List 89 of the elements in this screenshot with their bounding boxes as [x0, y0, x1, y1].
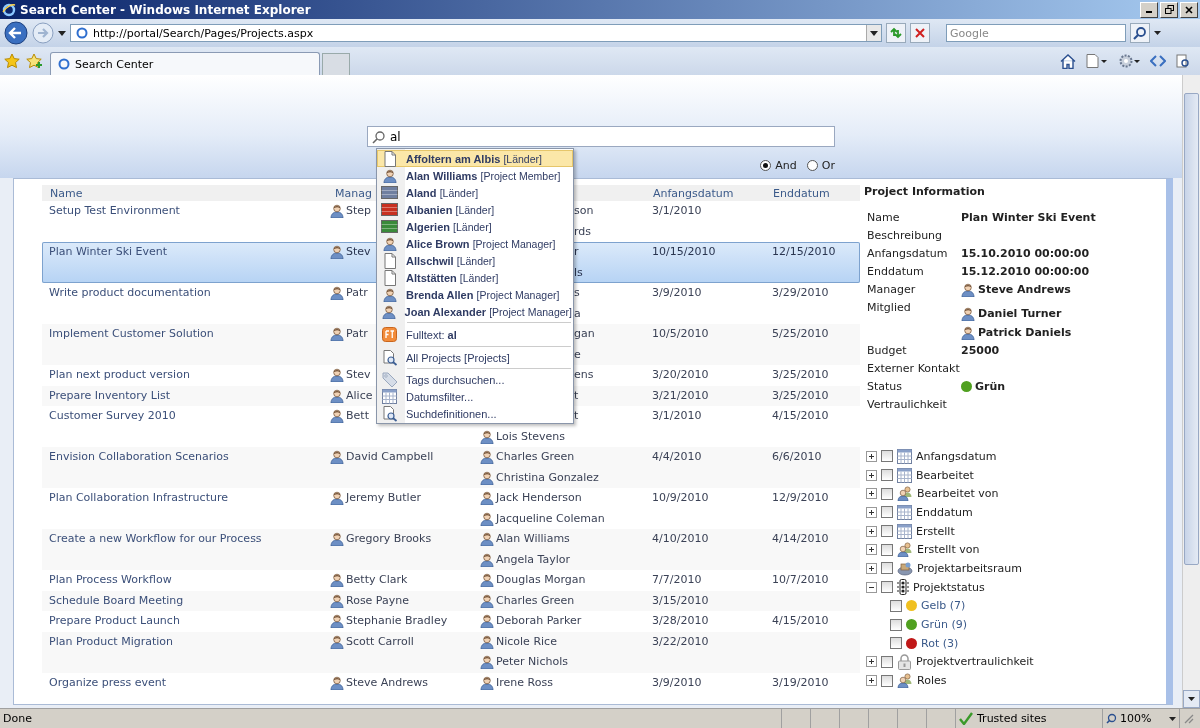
member-name: Alan Williams	[496, 531, 570, 547]
manager-name: Scott Carroll	[346, 633, 414, 650]
member-name: Angela Taylor	[496, 551, 570, 568]
field-label: Enddatum	[867, 264, 925, 280]
start-date: 10/9/2010	[652, 491, 709, 504]
member-name: Charles Green	[496, 449, 575, 465]
start-date: 3/22/2010	[652, 634, 709, 648]
field-label: Beschreibung	[867, 228, 944, 244]
start-date: 10/15/2010	[652, 245, 716, 258]
window-title: Search Center - Windows Internet Explorer	[20, 2, 312, 17]
field-label: Name	[867, 210, 901, 226]
field-label: Status	[867, 379, 904, 395]
end-date: 4/14/2010	[772, 532, 829, 545]
member-name: t	[574, 387, 579, 404]
security-zone: Trusted sites	[977, 712, 1047, 725]
start-date: 3/9/2010	[652, 675, 702, 689]
member-name: a	[574, 305, 581, 322]
manager-name: Step	[346, 203, 372, 219]
manager-name: Jeremy Butler	[346, 490, 421, 506]
member-name: s	[574, 285, 580, 301]
end-date: 3/29/2010	[772, 286, 829, 299]
end-date: 12/15/2010	[772, 245, 836, 258]
end-date: 3/25/2010	[772, 388, 829, 402]
person-name: Steve Andrews	[978, 282, 1071, 298]
field-label: Anfangsdatum	[867, 246, 949, 262]
start-date: 4/4/2010	[652, 450, 702, 463]
end-date: 4/15/2010	[772, 614, 829, 627]
member-name: Deborah Parker	[496, 613, 582, 629]
field-value: 15.12.2010 00:00:00	[961, 264, 1091, 280]
manager-name: Stev	[346, 367, 371, 383]
manager-name: Stephanie Bradley	[346, 613, 448, 629]
field-label: Mitglied	[867, 300, 912, 316]
end-date: 12/9/2010	[772, 491, 829, 504]
end-date: 10/7/2010	[772, 573, 829, 586]
member-name: Jacqueline Coleman	[496, 510, 605, 527]
manager-name: Betty Clark	[346, 572, 408, 588]
start-date: 3/20/2010	[652, 368, 709, 381]
start-date: 3/15/2010	[652, 593, 709, 607]
panel-title: Project Information	[864, 185, 986, 200]
field-label: Externer Kontakt	[867, 361, 961, 377]
member-name: Christina Gonzalez	[496, 469, 599, 486]
manager-name: David Campbell	[346, 449, 434, 465]
end-date: 6/6/2010	[772, 450, 822, 463]
end-date: 3/19/2010	[772, 675, 829, 689]
member-name: son	[574, 203, 594, 219]
member-name: gan	[574, 326, 595, 342]
manager-name: Stev	[346, 244, 371, 260]
start-date: 4/10/2010	[652, 532, 709, 545]
member-name: Jack Henderson	[496, 490, 582, 506]
start-date: 7/7/2010	[652, 573, 702, 586]
status-text: Done	[3, 712, 32, 725]
member-name: ens	[574, 367, 594, 383]
manager-name: Steve Andrews	[346, 674, 429, 691]
member-name: r	[574, 244, 579, 260]
member-name: rds	[574, 223, 592, 240]
field-label: Vertraulichkeit	[867, 397, 948, 413]
field-value: Grün	[975, 379, 1006, 395]
member-name: Peter Nichols	[496, 654, 568, 670]
field-value: 15.10.2010 00:00:00	[961, 246, 1091, 262]
manager-name: Bett	[346, 408, 369, 424]
member-name: Lois Stevens	[496, 428, 565, 445]
search-value: al	[390, 129, 401, 144]
field-value: 25000	[961, 343, 1001, 359]
start-date: 3/28/2010	[652, 614, 709, 627]
field-label: Budget	[867, 343, 908, 359]
manager-name: Patr	[346, 285, 368, 301]
end-date: 3/25/2010	[772, 368, 829, 381]
manager-name: Patr	[346, 326, 368, 342]
member-name: e	[574, 346, 581, 363]
person-name: Patrick Daniels	[978, 325, 1072, 341]
member-name: Douglas Morgan	[496, 572, 586, 588]
member-name: t	[574, 408, 579, 424]
start-date: 3/1/2010	[652, 409, 702, 422]
end-date: 5/25/2010	[772, 327, 829, 340]
member-name: Nicole Rice	[496, 633, 557, 650]
manager-name: Gregory Brooks	[346, 531, 432, 547]
start-date: 3/21/2010	[652, 388, 709, 402]
start-date: 3/1/2010	[652, 204, 702, 217]
manager-name: Alice	[346, 387, 373, 404]
manager-name: Rose Payne	[346, 592, 409, 609]
start-date: 10/5/2010	[652, 327, 709, 340]
field-label: Manager	[867, 282, 917, 298]
end-date: 4/15/2010	[772, 409, 829, 422]
member-name: Charles Green	[496, 592, 575, 609]
person-name: Daniel Turner	[978, 306, 1062, 322]
member-name: Irene Ross	[496, 674, 553, 691]
start-date: 3/9/2010	[652, 286, 702, 299]
field-value: Plan Winter Ski Event	[961, 210, 1097, 226]
member-name: ls	[574, 264, 583, 281]
